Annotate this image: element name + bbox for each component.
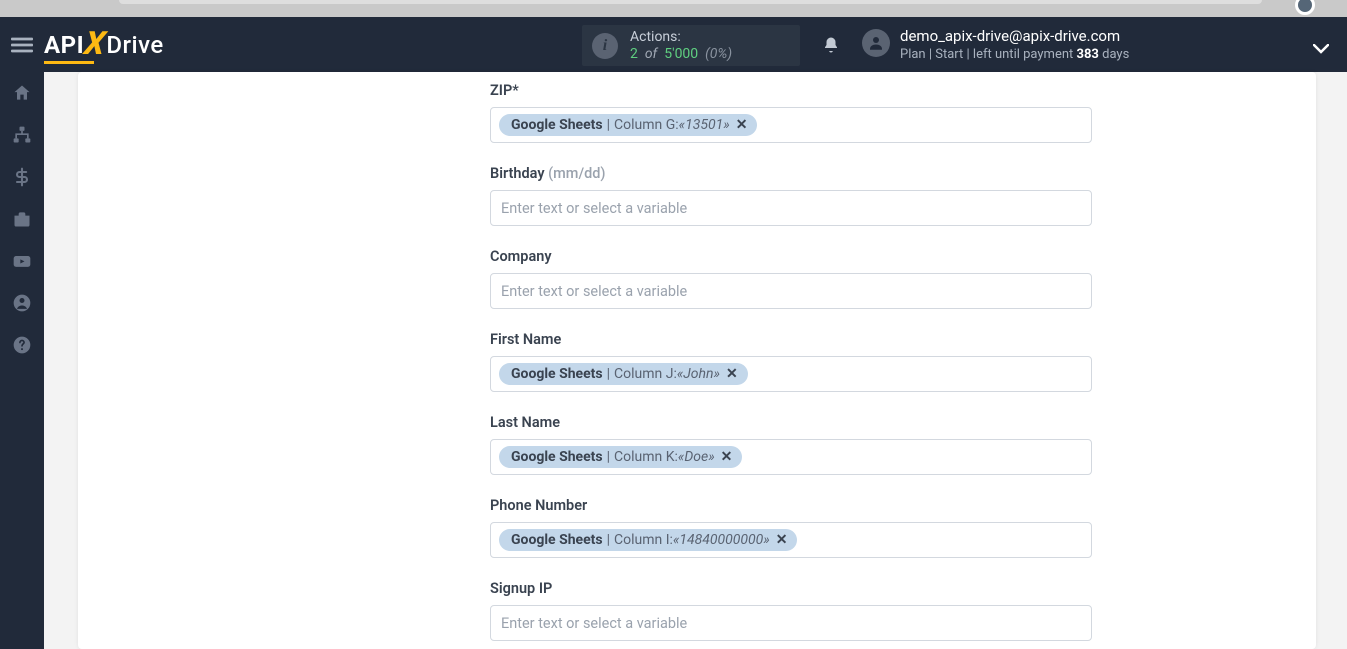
field-input-zip[interactable]: Google Sheets | Column G: «13501» ✕: [490, 107, 1092, 143]
field-placeholder: Enter text or select a variable: [499, 200, 687, 217]
actions-usage: 2 of 5'000 (0%): [630, 46, 732, 63]
actions-total-val: 5'000: [664, 46, 698, 62]
nav-video[interactable]: [0, 240, 44, 282]
body-area: ZIP* Google Sheets | Column G: «13501» ✕ Bi…: [0, 72, 1347, 649]
nav-help[interactable]: [0, 324, 44, 366]
field-last_name: Last Name Google Sheets | Column K: «Doe»…: [490, 414, 1092, 475]
tag-value: «14840000000»: [673, 532, 770, 548]
main-card: ZIP* Google Sheets | Column G: «13501» ✕ Bi…: [78, 72, 1316, 649]
tag-source: Google Sheets: [511, 366, 603, 382]
tag-source: Google Sheets: [511, 117, 603, 133]
actions-of-word: of: [645, 46, 657, 62]
tag-sep: |: [607, 449, 610, 465]
field-phone: Phone Number Google Sheets | Column I: «1…: [490, 497, 1092, 558]
actions-pct-val: (0%): [705, 46, 732, 62]
tag-remove-icon[interactable]: ✕: [721, 449, 733, 465]
user-plan: Plan | Start | left until payment 383 da…: [900, 47, 1129, 62]
field-label-text: Birthday: [490, 165, 548, 182]
nav-tools[interactable]: [0, 198, 44, 240]
tag-column: Column K:: [614, 449, 678, 465]
field-label-birthday: Birthday (mm/dd): [490, 165, 1092, 182]
field-zip: ZIP* Google Sheets | Column G: «13501» ✕: [490, 82, 1092, 143]
field-label-text: ZIP*: [490, 82, 519, 99]
actions-counter[interactable]: i Actions: 2 of 5'000 (0%): [582, 25, 800, 66]
field-first_name: First Name Google Sheets | Column J: «Joh…: [490, 331, 1092, 392]
tag-sep: |: [607, 366, 610, 382]
plan-days-num: 383: [1077, 47, 1099, 62]
tag-column: Column J:: [614, 366, 677, 382]
field-label-hint: (mm/dd): [548, 165, 605, 182]
user-avatar-icon: [862, 29, 890, 57]
nav-home[interactable]: [0, 72, 44, 114]
field-label-text: Phone Number: [490, 497, 587, 514]
field-company: Company Enter text or select a variable: [490, 248, 1092, 309]
field-placeholder: Enter text or select a variable: [499, 283, 687, 300]
tag-remove-icon[interactable]: ✕: [736, 117, 748, 133]
tag-value: «Doe»: [678, 449, 715, 465]
field-label-first_name: First Name: [490, 331, 1092, 348]
user-lines: demo_apix-drive@apix-drive.com Plan | St…: [900, 27, 1129, 62]
field-input-birthday[interactable]: Enter text or select a variable: [490, 190, 1092, 226]
tag-source: Google Sheets: [511, 532, 603, 548]
tag-source: Google Sheets: [511, 449, 603, 465]
field-input-company[interactable]: Enter text or select a variable: [490, 273, 1092, 309]
plan-name: Start: [935, 47, 963, 62]
field-label-company: Company: [490, 248, 1092, 265]
nav-billing[interactable]: [0, 156, 44, 198]
plan-prefix: Plan |: [900, 47, 932, 62]
browser-chrome: [0, 0, 1347, 17]
field-label-last_name: Last Name: [490, 414, 1092, 431]
field-input-last_name[interactable]: Google Sheets | Column K: «Doe» ✕: [490, 439, 1092, 475]
tag-value: «13501»: [679, 117, 730, 133]
user-menu-caret[interactable]: [1313, 39, 1329, 58]
tag-remove-icon[interactable]: ✕: [776, 532, 788, 548]
field-label-zip: ZIP*: [490, 82, 1092, 99]
field-label-text: First Name: [490, 331, 561, 348]
nav-connections[interactable]: [0, 114, 44, 156]
field-label-signup_ip: Signup IP: [490, 580, 1092, 597]
field-label-text: Signup IP: [490, 580, 552, 597]
field-label-text: Company: [490, 248, 552, 265]
user-menu[interactable]: demo_apix-drive@apix-drive.com Plan | St…: [862, 27, 1129, 62]
variable-tag[interactable]: Google Sheets | Column I: «14840000000» ✕: [499, 529, 797, 551]
info-icon: i: [592, 33, 618, 59]
user-email: demo_apix-drive@apix-drive.com: [900, 27, 1129, 45]
field-placeholder: Enter text or select a variable: [499, 615, 687, 632]
field-label-text: Last Name: [490, 414, 560, 431]
actions-title: Actions:: [630, 29, 732, 46]
logo-underline: [44, 61, 94, 64]
form-area: ZIP* Google Sheets | Column G: «13501» ✕ Bi…: [490, 72, 1092, 641]
tag-column: Column G:: [614, 117, 679, 133]
menu-toggle-button[interactable]: [0, 17, 44, 72]
tag-column: Column I:: [614, 532, 673, 548]
url-bar[interactable]: [119, 0, 1262, 4]
notifications-button[interactable]: [822, 35, 840, 59]
field-input-first_name[interactable]: Google Sheets | Column J: «John» ✕: [490, 356, 1092, 392]
field-birthday: Birthday (mm/dd) Enter text or select a v…: [490, 165, 1092, 226]
logo-text-drive: Drive: [106, 31, 163, 59]
field-input-signup_ip[interactable]: Enter text or select a variable: [490, 605, 1092, 641]
plan-days-word: days: [1099, 47, 1129, 62]
field-label-phone: Phone Number: [490, 497, 1092, 514]
variable-tag[interactable]: Google Sheets | Column J: «John» ✕: [499, 363, 748, 385]
tag-sep: |: [607, 117, 610, 133]
tag-sep: |: [607, 532, 610, 548]
logo[interactable]: API X Drive: [44, 26, 164, 64]
variable-tag[interactable]: Google Sheets | Column G: «13501» ✕: [499, 114, 757, 136]
nav-account[interactable]: [0, 282, 44, 324]
browser-profile-avatar[interactable]: [1295, 0, 1315, 15]
plan-mid: | left until payment: [967, 47, 1077, 62]
logo-text-api: API: [44, 31, 84, 59]
logo-text-x: X: [82, 24, 108, 62]
top-nav: API X Drive i Actions: 2 of 5'000 (0%) d…: [0, 17, 1347, 72]
actions-lines: Actions: 2 of 5'000 (0%): [630, 29, 732, 63]
side-nav: [0, 72, 44, 649]
variable-tag[interactable]: Google Sheets | Column K: «Doe» ✕: [499, 446, 742, 468]
field-input-phone[interactable]: Google Sheets | Column I: «14840000000» ✕: [490, 522, 1092, 558]
tag-value: «John»: [677, 366, 720, 382]
actions-used: 2: [630, 46, 638, 62]
tag-remove-icon[interactable]: ✕: [726, 366, 738, 382]
field-signup_ip: Signup IP Enter text or select a variable: [490, 580, 1092, 641]
